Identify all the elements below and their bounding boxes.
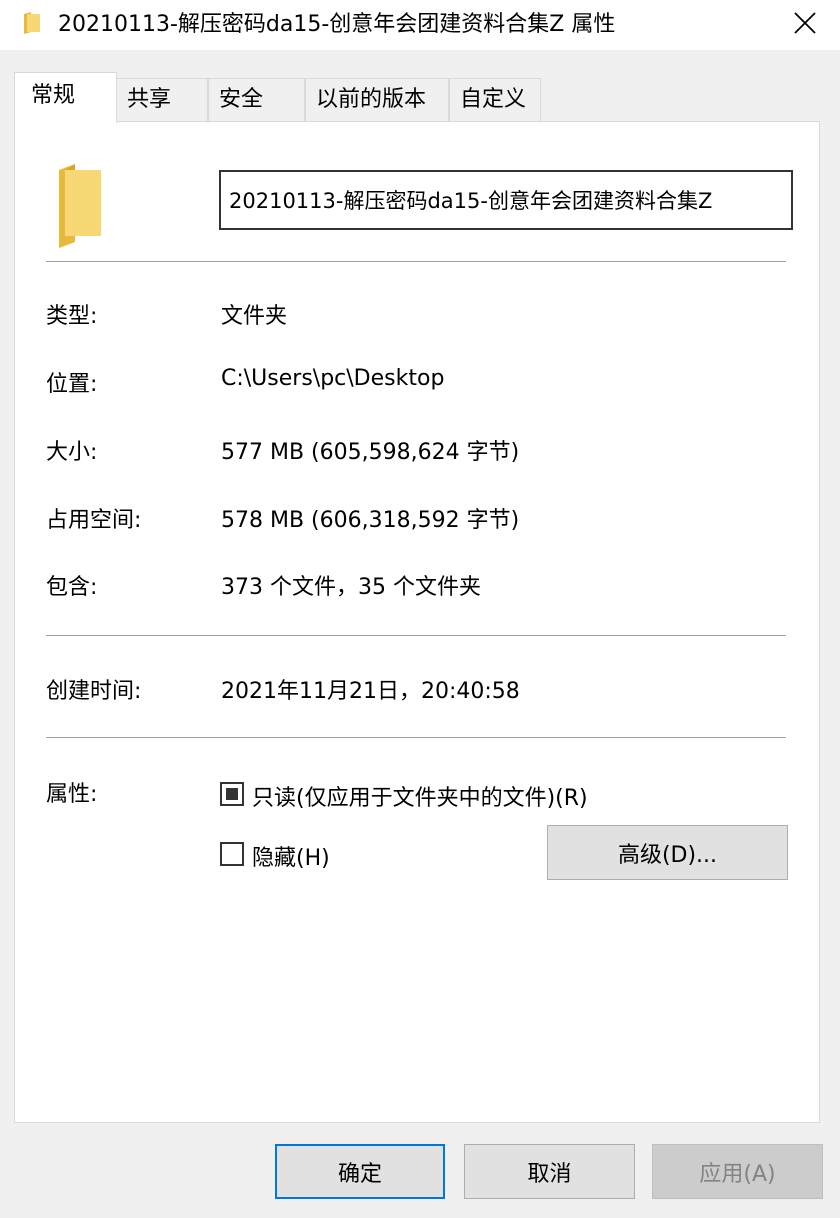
tab-customize[interactable]: 自定义: [449, 78, 541, 122]
close-button[interactable]: [770, 0, 840, 46]
hidden-label[interactable]: 隐藏(H): [252, 840, 330, 872]
ok-button[interactable]: 确定: [275, 1144, 445, 1199]
cancel-button[interactable]: 取消: [464, 1144, 635, 1199]
location-label: 位置:: [46, 372, 98, 397]
tab-security[interactable]: 安全: [208, 78, 305, 122]
general-panel: 类型: 文件夹 位置: C:\Users\pc\Desktop 大小: 577 …: [14, 121, 820, 1123]
folder-name-input[interactable]: [219, 170, 793, 230]
advanced-button[interactable]: 高级(D)...: [547, 825, 788, 880]
divider: [46, 737, 786, 738]
divider: [46, 261, 786, 262]
tab-sharing[interactable]: 共享: [116, 78, 208, 122]
title-bar: 20210113-解压密码da15-创意年会团建资料合集Z 属性: [0, 0, 840, 50]
folder-icon: [24, 12, 40, 34]
readonly-checkbox[interactable]: [220, 782, 244, 806]
tab-previous-versions[interactable]: 以前的版本: [305, 78, 449, 122]
divider: [46, 635, 786, 636]
hidden-checkbox[interactable]: [220, 842, 244, 866]
type-label: 类型:: [46, 304, 98, 329]
created-label: 创建时间:: [46, 679, 142, 704]
close-icon: [794, 12, 816, 34]
apply-button[interactable]: 应用(A): [652, 1144, 823, 1199]
window-title: 20210113-解压密码da15-创意年会团建资料合集Z 属性: [58, 12, 616, 37]
size-value: 577 MB (605,598,624 字节): [221, 440, 520, 465]
contains-label: 包含:: [46, 575, 98, 600]
attributes-label: 属性:: [46, 782, 98, 807]
location-value: C:\Users\pc\Desktop: [221, 366, 445, 391]
type-value: 文件夹: [221, 304, 288, 329]
created-value: 2021年11月21日，20:40:58: [221, 679, 520, 704]
contains-value: 373 个文件，35 个文件夹: [221, 575, 481, 600]
tab-general[interactable]: 常规: [14, 72, 117, 123]
disk-size-label: 占用空间:: [46, 508, 142, 533]
folder-icon: [59, 164, 101, 248]
disk-size-value: 578 MB (606,318,592 字节): [221, 508, 520, 533]
readonly-label[interactable]: 只读(仅应用于文件夹中的文件)(R): [252, 780, 588, 812]
size-label: 大小:: [46, 440, 98, 465]
